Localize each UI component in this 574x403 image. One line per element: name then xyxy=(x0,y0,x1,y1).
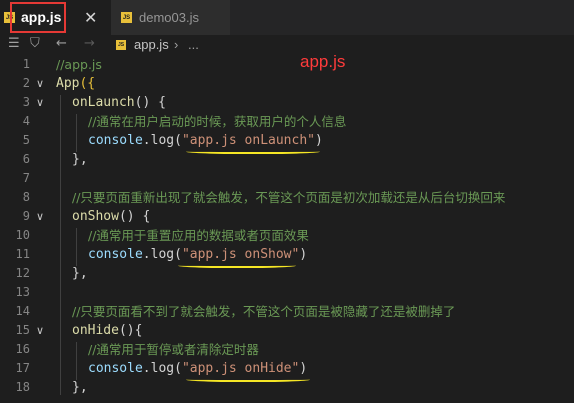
code-line: }, xyxy=(72,150,88,169)
function-name: App xyxy=(56,76,80,91)
code-line: App({ xyxy=(56,74,95,93)
code-line: //app.js xyxy=(56,55,102,74)
comment: //只要页面看不到了就会触发，不管这个页面是被隐藏了还是被删掉了 xyxy=(72,304,456,319)
breadcrumb-more[interactable]: ... xyxy=(188,37,199,52)
breadcrumb-separator: › xyxy=(174,37,179,52)
tab-demo03-js[interactable]: JS demo03.js xyxy=(111,0,231,35)
js-file-icon: JS xyxy=(116,40,126,50)
object-name: console xyxy=(88,133,143,148)
punctuation: }, xyxy=(72,152,88,167)
line-number: 8 xyxy=(22,190,30,204)
yellow-underline xyxy=(178,262,296,268)
line-number: 15 xyxy=(15,323,30,337)
punctuation: ) xyxy=(299,247,308,262)
comment: //通常在用户启动的时候，获取用户的个人信息 xyxy=(88,114,347,129)
line-number: 2 xyxy=(22,76,30,90)
back-arrow-icon[interactable]: ← xyxy=(56,36,67,51)
method: .log( xyxy=(142,361,182,376)
line-number: 1 xyxy=(22,57,30,71)
line-number: 18 xyxy=(15,380,30,394)
line-number: 4 xyxy=(22,114,30,128)
code-line: //只要页面重新出现了就会触发，不管这个页面是初次加载还是从后台切换回来 xyxy=(72,188,505,207)
code-line: //通常用于重置应用的数据或者页面效果 xyxy=(88,226,309,245)
line-number: 10 xyxy=(15,228,30,242)
line-number: 13 xyxy=(15,285,30,299)
object-name: console xyxy=(88,247,143,262)
list-icon[interactable]: ☰ xyxy=(8,36,20,51)
tab-label: demo03.js xyxy=(139,10,199,25)
fold-chevron-icon[interactable]: ∨ xyxy=(36,96,44,109)
comment: //通常用于暂停或者清除定时器 xyxy=(88,342,259,357)
close-icon[interactable]: ✕ xyxy=(84,8,97,27)
string-literal: "app.js onHide" xyxy=(181,361,300,376)
string-literal: "app.js onShow" xyxy=(181,247,300,262)
line-number: 6 xyxy=(22,152,30,166)
function-name: onShow xyxy=(72,209,119,224)
punctuation: ) xyxy=(315,133,323,148)
line-number: 16 xyxy=(15,342,30,356)
comment: //app.js xyxy=(56,57,102,72)
code-line: }, xyxy=(72,264,88,283)
breadcrumb-file[interactable]: app.js xyxy=(134,37,169,52)
line-number: 5 xyxy=(22,133,30,147)
method: .log( xyxy=(142,247,182,262)
code-line: //通常用于暂停或者清除定时器 xyxy=(88,340,259,359)
punctuation: (){ xyxy=(118,323,143,338)
fold-chevron-icon[interactable]: ∨ xyxy=(36,210,44,223)
punctuation: ({ xyxy=(79,76,96,91)
string-literal: "app.js onLaunch" xyxy=(181,133,315,148)
method: .log( xyxy=(142,133,182,148)
object-name: console xyxy=(88,361,143,376)
line-number: 14 xyxy=(15,304,30,318)
line-number: 11 xyxy=(15,247,30,261)
line-number: 3 xyxy=(22,95,30,109)
js-file-icon: JS xyxy=(121,12,132,23)
code-line: //通常在用户启动的时候，获取用户的个人信息 xyxy=(88,112,346,131)
punctuation: }, xyxy=(72,266,88,281)
code-line: onHide(){ xyxy=(72,321,142,340)
bookmark-icon[interactable]: ⛉ xyxy=(30,36,40,51)
yellow-underline xyxy=(186,376,310,382)
line-number: 9 xyxy=(22,209,30,223)
editor-tab-bar: JS app.js ✕ JS demo03.js xyxy=(0,0,574,35)
fold-chevron-icon[interactable]: ∨ xyxy=(36,77,44,90)
punctuation: ) xyxy=(299,361,308,376)
line-number: 12 xyxy=(15,266,30,280)
code-line: onShow() { xyxy=(72,207,150,226)
indent-guide xyxy=(76,114,77,152)
indent-guide xyxy=(60,95,61,395)
code-line: }, xyxy=(72,378,88,397)
comment: //只要页面重新出现了就会触发，不管这个页面是初次加载还是从后台切换回来 xyxy=(72,190,506,205)
yellow-underline xyxy=(186,148,320,154)
line-number: 17 xyxy=(15,361,30,375)
fold-chevron-icon[interactable]: ∨ xyxy=(36,324,44,337)
function-name: onLaunch xyxy=(72,95,135,110)
breadcrumb: ☰ ⛉ ← → JS app.js › ... xyxy=(0,35,574,55)
highlight-box xyxy=(10,2,66,33)
code-line: //只要页面看不到了就会触发，不管这个页面是被隐藏了还是被删掉了 xyxy=(72,302,455,321)
forward-arrow-icon[interactable]: → xyxy=(84,36,95,51)
punctuation: () { xyxy=(134,95,166,110)
punctuation: }, xyxy=(72,380,88,395)
code-line: onLaunch() { xyxy=(72,93,166,112)
annotation-label: app.js xyxy=(300,52,346,71)
line-number: 7 xyxy=(22,171,30,185)
comment: //通常用于重置应用的数据或者页面效果 xyxy=(88,228,309,243)
punctuation: () { xyxy=(118,209,151,224)
indent-guide xyxy=(76,342,77,380)
indent-guide xyxy=(76,228,77,266)
function-name: onHide xyxy=(72,323,119,338)
